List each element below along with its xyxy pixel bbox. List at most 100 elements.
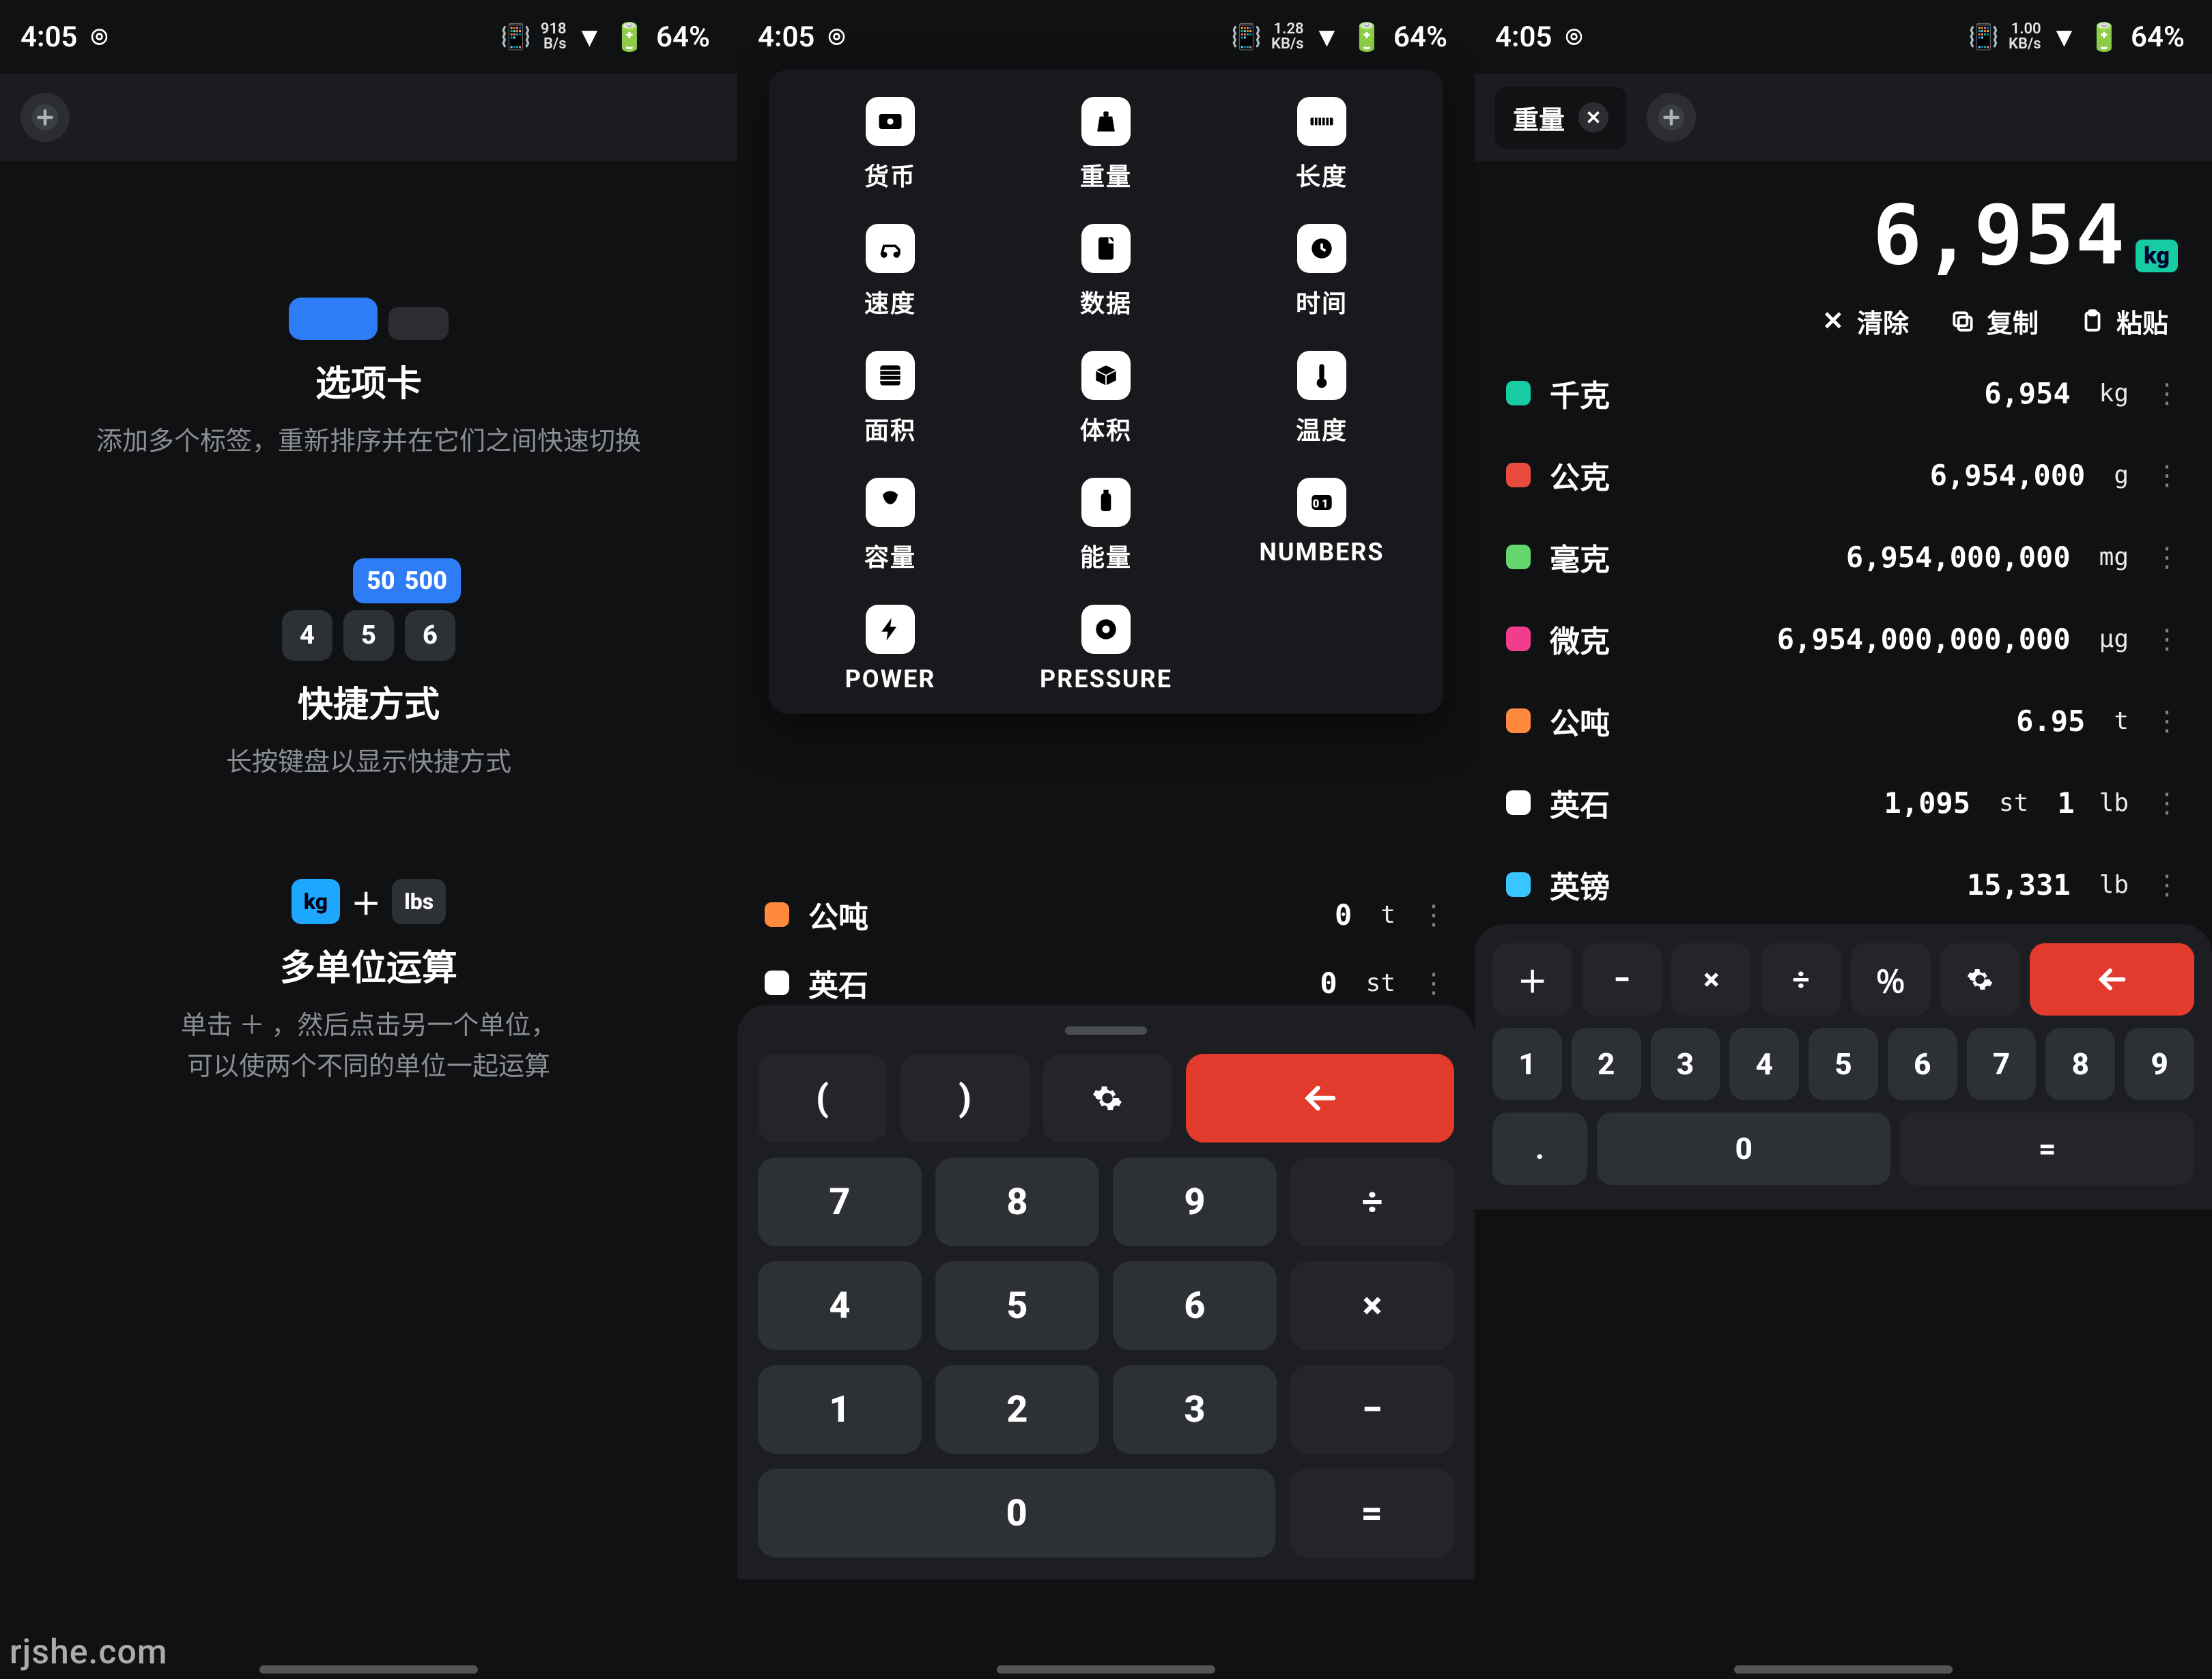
unit-row[interactable]: 毫克6,954,000,000mg⋮ bbox=[1506, 535, 2181, 579]
key-backspace[interactable] bbox=[2030, 943, 2194, 1016]
status-icon: ⌾ bbox=[828, 21, 845, 53]
key-op[interactable]: − bbox=[1582, 943, 1662, 1016]
key-settings[interactable] bbox=[1940, 943, 2020, 1016]
unit-row[interactable]: 英石0st⋮ bbox=[765, 961, 1447, 1005]
category-capacity[interactable]: 容量 bbox=[789, 478, 991, 573]
key-minus[interactable]: − bbox=[1290, 1365, 1454, 1454]
unit-row[interactable]: 千克6,954kg⋮ bbox=[1506, 371, 2181, 415]
volume-icon bbox=[1081, 351, 1131, 400]
more-icon[interactable]: ⋮ bbox=[2148, 459, 2181, 491]
home-indicator[interactable] bbox=[259, 1665, 478, 1674]
key-op[interactable]: ％ bbox=[1851, 943, 1931, 1016]
key-divide[interactable]: ÷ bbox=[1290, 1158, 1454, 1246]
key-4[interactable]: 4 bbox=[758, 1261, 922, 1350]
key-7[interactable]: 7 bbox=[758, 1158, 922, 1246]
more-icon[interactable]: ⋮ bbox=[1415, 899, 1447, 931]
category-volume[interactable]: 体积 bbox=[1005, 351, 1207, 446]
unit-row[interactable]: 公克6,954,000g⋮ bbox=[1506, 453, 2181, 497]
key-settings[interactable] bbox=[1043, 1054, 1172, 1143]
unit-row[interactable]: 英石1,095st1lb⋮ bbox=[1506, 781, 2181, 824]
category-weight[interactable]: 重量 bbox=[1005, 97, 1207, 192]
close-icon[interactable]: ✕ bbox=[1578, 102, 1608, 132]
key-multiply[interactable]: × bbox=[1290, 1261, 1454, 1350]
category-temp[interactable]: 温度 bbox=[1221, 351, 1423, 446]
key-0[interactable]: 0 bbox=[1597, 1113, 1891, 1185]
key-9[interactable]: 9 bbox=[2125, 1028, 2194, 1100]
category-length[interactable]: 长度 bbox=[1221, 97, 1423, 192]
add-tab-button[interactable] bbox=[1647, 93, 1696, 142]
status-bar: 4:05 ⌾ 📳 1.28KB/s ▼ 🔋 64% bbox=[737, 0, 1475, 74]
mini-keypad: ＋−×÷％ 123456789 . 0 = bbox=[1475, 924, 2212, 1209]
more-icon[interactable]: ⋮ bbox=[2148, 869, 2181, 901]
category-data[interactable]: 数据 bbox=[1005, 224, 1207, 319]
key-equals[interactable]: = bbox=[1900, 1113, 2194, 1185]
unit-value: 6,954,000 bbox=[1930, 459, 2086, 492]
energy-icon bbox=[1081, 478, 1131, 527]
key-8[interactable]: 8 bbox=[2045, 1028, 2115, 1100]
key-7[interactable]: 7 bbox=[1967, 1028, 2037, 1100]
key-3[interactable]: 3 bbox=[1113, 1365, 1277, 1454]
more-icon[interactable]: ⋮ bbox=[2148, 377, 2181, 410]
category-label: 货币 bbox=[864, 157, 916, 192]
key-3[interactable]: 3 bbox=[1651, 1028, 1720, 1100]
feature-tabs: 选项卡 添加多个标签，重新排序并在它们之间快速切换 bbox=[55, 298, 682, 463]
keypad: ( ) 7 8 9 ÷ 4 5 bbox=[737, 1005, 1475, 1579]
key-0[interactable]: 0 bbox=[758, 1469, 1275, 1558]
vibrate-icon: 📳 bbox=[1231, 23, 1262, 51]
key-4[interactable]: 4 bbox=[1729, 1028, 1799, 1100]
more-icon[interactable]: ⋮ bbox=[2148, 541, 2181, 573]
key-6[interactable]: 6 bbox=[1888, 1028, 1957, 1100]
key-5[interactable]: 5 bbox=[1809, 1028, 1878, 1100]
key-5[interactable]: 5 bbox=[935, 1261, 1099, 1350]
key-op[interactable]: ÷ bbox=[1761, 943, 1841, 1016]
key-2[interactable]: 2 bbox=[1572, 1028, 1641, 1100]
key-op[interactable]: × bbox=[1671, 943, 1751, 1016]
category-pressure[interactable]: PRESSURE bbox=[1005, 605, 1207, 693]
category-label: POWER bbox=[845, 665, 936, 693]
key-8[interactable]: 8 bbox=[935, 1158, 1099, 1246]
key-1[interactable]: 1 bbox=[758, 1365, 922, 1454]
key-op[interactable]: ＋ bbox=[1492, 943, 1572, 1016]
more-icon[interactable]: ⋮ bbox=[2148, 787, 2181, 819]
key-2[interactable]: 2 bbox=[935, 1365, 1099, 1454]
category-label: 面积 bbox=[864, 411, 916, 446]
key-9[interactable]: 9 bbox=[1113, 1158, 1277, 1246]
category-area[interactable]: 面积 bbox=[789, 351, 991, 446]
key-1[interactable]: 1 bbox=[1492, 1028, 1562, 1100]
more-icon[interactable]: ⋮ bbox=[2148, 623, 2181, 655]
x-icon: ✕ bbox=[1820, 308, 1846, 334]
tab-weight[interactable]: 重量 ✕ bbox=[1495, 87, 1626, 149]
status-time: 4:05 bbox=[1495, 20, 1552, 54]
category-numbers[interactable]: 01NUMBERS bbox=[1221, 478, 1423, 573]
key-6[interactable]: 6 bbox=[1113, 1261, 1277, 1350]
unit-row[interactable]: 公吨6.95t⋮ bbox=[1506, 699, 2181, 743]
category-speed[interactable]: 速度 bbox=[789, 224, 991, 319]
wifi-icon: ▼ bbox=[1314, 21, 1341, 53]
key-backspace[interactable] bbox=[1186, 1054, 1454, 1143]
drag-handle[interactable] bbox=[1065, 1027, 1147, 1035]
key-paren-open[interactable]: ( bbox=[758, 1054, 887, 1143]
unit-row[interactable]: 公吨0t⋮ bbox=[765, 893, 1447, 936]
category-currency[interactable]: 货币 bbox=[789, 97, 991, 192]
add-tab-button[interactable] bbox=[20, 93, 70, 142]
power-icon bbox=[866, 605, 915, 654]
peek-list: 公吨0t⋮ 英石0st⋮ bbox=[737, 893, 1475, 1005]
more-icon[interactable]: ⋮ bbox=[2148, 705, 2181, 737]
clear-button[interactable]: ✕清除 bbox=[1820, 302, 1909, 340]
category-power[interactable]: POWER bbox=[789, 605, 991, 693]
home-indicator[interactable] bbox=[1734, 1665, 1953, 1674]
unit-row[interactable]: 英镑15,331lb⋮ bbox=[1506, 863, 2181, 906]
more-icon[interactable]: ⋮ bbox=[1415, 967, 1447, 999]
key-paren-close[interactable]: ) bbox=[901, 1054, 1030, 1143]
battery-icon: 🔋 bbox=[1350, 21, 1384, 53]
copy-button[interactable]: 复制 bbox=[1950, 302, 2039, 340]
category-time[interactable]: 时间 bbox=[1221, 224, 1423, 319]
key-equals[interactable]: = bbox=[1289, 1469, 1454, 1558]
category-label: 温度 bbox=[1296, 411, 1348, 446]
category-energy[interactable]: 能量 bbox=[1005, 478, 1207, 573]
home-indicator[interactable] bbox=[997, 1665, 1215, 1674]
key-dot[interactable]: . bbox=[1492, 1113, 1587, 1185]
paste-button[interactable]: 粘贴 bbox=[2080, 302, 2168, 340]
unit-row[interactable]: 微克6,954,000,000,000µg⋮ bbox=[1506, 617, 2181, 661]
unit-dot bbox=[1506, 381, 1531, 405]
